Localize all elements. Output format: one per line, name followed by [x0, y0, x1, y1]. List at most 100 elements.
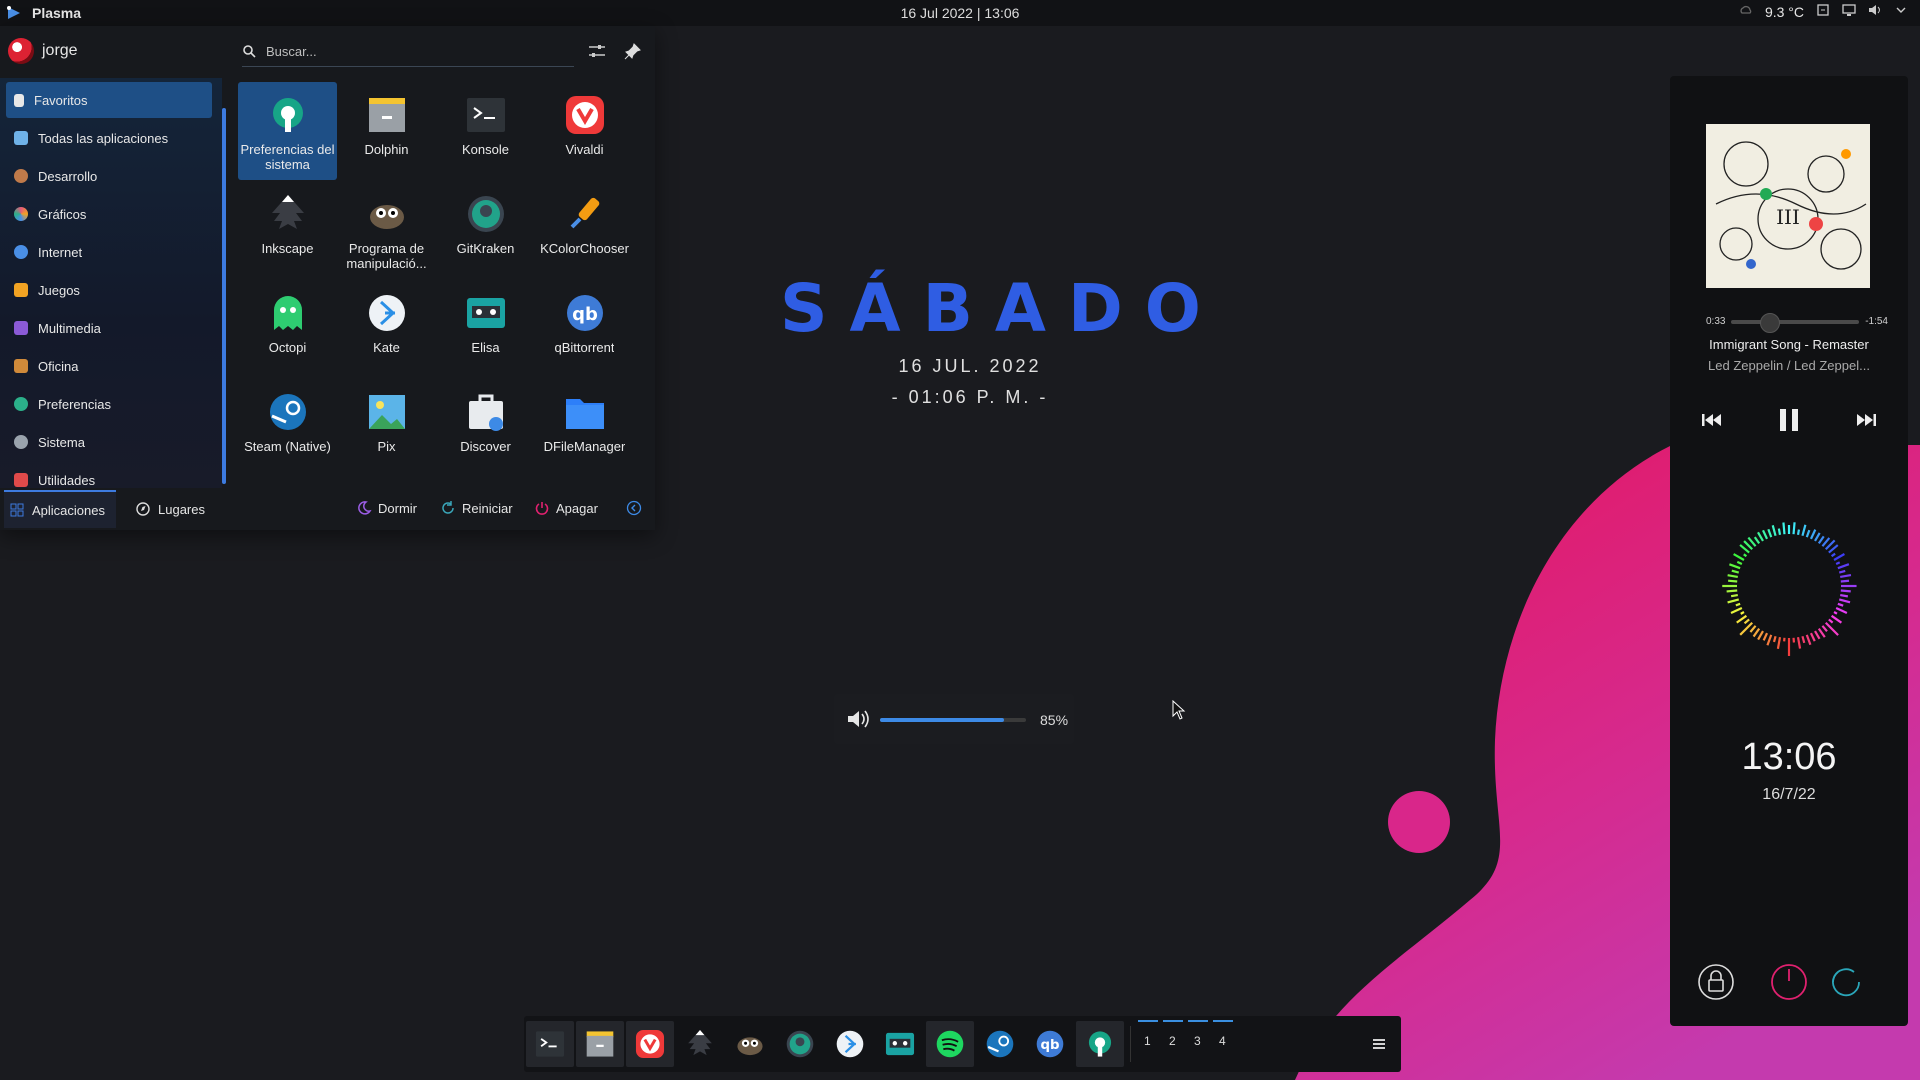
sidebar-item-graficos[interactable]: Gráficos: [6, 196, 212, 232]
dock-dolphin[interactable]: [576, 1021, 624, 1067]
leave-menu-button[interactable]: [626, 500, 642, 516]
volume-slider[interactable]: [880, 718, 1026, 722]
dock-kate[interactable]: [826, 1021, 874, 1067]
volume-osd: 85%: [834, 694, 1074, 744]
dock-qbittorrent[interactable]: qb: [1026, 1021, 1074, 1067]
app-tile-steam[interactable]: Steam (Native): [238, 379, 337, 477]
sidebar-item-internet[interactable]: Internet: [6, 234, 212, 270]
dock-steam[interactable]: [976, 1021, 1024, 1067]
pager-desktop-4[interactable]: 4: [1219, 1034, 1226, 1048]
app-tile-kcolorchooser[interactable]: KColorChooser: [535, 181, 634, 279]
dock-elisa[interactable]: [876, 1021, 924, 1067]
temperature[interactable]: 9.3 °C: [1765, 4, 1804, 20]
app-tile-kate[interactable]: Kate: [337, 280, 436, 378]
visualizer-bar: [1824, 621, 1839, 636]
tab-lugares[interactable]: Lugares: [130, 490, 211, 528]
update-icon[interactable]: [1816, 3, 1830, 20]
sleep-button[interactable]: Dormir: [356, 500, 417, 516]
grid-icon: [10, 503, 24, 517]
dock-spotify[interactable]: [926, 1021, 974, 1067]
sidebar-item-juegos[interactable]: Juegos: [6, 272, 212, 308]
app-label: DFileManager: [543, 439, 626, 454]
cloud-icon[interactable]: [1739, 3, 1753, 20]
position-row: 0:33 -1:54: [1670, 312, 1908, 333]
app-tile-octopi[interactable]: Octopi: [238, 280, 337, 378]
sidebar-item-desarrollo[interactable]: Desarrollo: [6, 158, 212, 194]
app-label: Discover: [460, 439, 511, 454]
app-tile-dfilemanager[interactable]: DFileManager: [535, 379, 634, 477]
visualizer-bar: [1801, 524, 1807, 537]
launcher-header: jorge: [0, 26, 655, 78]
sidebar-item-utilidades[interactable]: Utilidades: [6, 462, 212, 488]
pager-desktop-1[interactable]: 1: [1144, 1034, 1151, 1048]
plasma-menu-button[interactable]: Plasma: [6, 5, 81, 21]
dock-konsole[interactable]: [526, 1021, 574, 1067]
lock-icon[interactable]: [1697, 963, 1735, 1001]
dock-gitkraken[interactable]: [776, 1021, 824, 1067]
app-tile-elisa[interactable]: Elisa: [436, 280, 535, 378]
app-label: KColorChooser: [540, 241, 629, 256]
compass-icon: [136, 502, 150, 516]
app-tile-qbittorrent[interactable]: qb qBittorrent: [535, 280, 634, 378]
app-tile-gimp[interactable]: Programa de manipulació...: [337, 181, 436, 279]
app-tile-dolphin[interactable]: Dolphin: [337, 82, 436, 180]
sidebar-item-sistema[interactable]: Sistema: [6, 424, 212, 460]
search-box[interactable]: [242, 36, 574, 67]
app-tile-pix[interactable]: Pix: [337, 379, 436, 477]
restart-button[interactable]: Reiniciar: [440, 500, 513, 516]
display-icon[interactable]: [1842, 3, 1856, 20]
sidebar-item-preferencias[interactable]: Preferencias: [6, 386, 212, 422]
visualizer-bar: [1753, 536, 1761, 545]
configure-icon[interactable]: [586, 40, 608, 62]
pager-desktop-2[interactable]: 2: [1169, 1034, 1176, 1048]
visualizer-bar: [1814, 630, 1821, 640]
visualizer-bar: [1727, 574, 1738, 579]
pager-desktop-3[interactable]: 3: [1194, 1034, 1201, 1048]
power-icon[interactable]: [1770, 963, 1808, 1001]
app-tile-discover[interactable]: Discover: [436, 379, 535, 477]
volume-icon[interactable]: [1868, 3, 1882, 20]
dock-vivaldi[interactable]: [626, 1021, 674, 1067]
restart-icon[interactable]: [1827, 963, 1865, 1001]
pin-icon[interactable]: [622, 40, 644, 62]
sidebar-item-oficina[interactable]: Oficina: [6, 348, 212, 384]
app-label: Kate: [373, 340, 400, 355]
sidebar-item-label: Oficina: [38, 358, 79, 374]
media-controls: [1670, 401, 1908, 441]
category-sidebar: Favoritos Todas las aplicaciones Desarro…: [0, 78, 222, 488]
sidebar-item-multimedia[interactable]: Multimedia: [6, 310, 212, 346]
position-slider[interactable]: [1731, 312, 1860, 333]
app-tile-inkscape[interactable]: Inkscape: [238, 181, 337, 279]
app-tile-konsole[interactable]: Konsole: [436, 82, 535, 180]
position-knob[interactable]: [1759, 312, 1780, 333]
visualizer-bar: [1762, 529, 1769, 540]
sidebar-scrollbar[interactable]: [222, 108, 226, 484]
app-label: Programa de manipulació...: [346, 241, 427, 271]
inkscape-icon: [688, 1029, 712, 1056]
shutdown-button[interactable]: Apagar: [534, 500, 598, 516]
next-track-icon[interactable]: [1854, 411, 1878, 429]
user-profile[interactable]: jorge: [8, 38, 78, 64]
search-input[interactable]: [264, 42, 558, 60]
dock-inkscape[interactable]: [676, 1021, 724, 1067]
chevron-down-icon[interactable]: [1894, 3, 1908, 20]
app-tile-gitkraken[interactable]: GitKraken: [436, 181, 535, 279]
app-label: Octopi: [268, 340, 307, 355]
visualizer-bar: [1833, 553, 1845, 561]
previous-track-icon[interactable]: [1700, 411, 1724, 429]
dock-gimp[interactable]: [726, 1021, 774, 1067]
hamburger-menu-icon[interactable]: [1372, 1037, 1386, 1051]
tab-aplicaciones[interactable]: Aplicaciones: [4, 490, 116, 528]
app-label: qBittorrent: [554, 340, 615, 355]
visualizer-bar: [1730, 593, 1738, 598]
visualizer-bar: [1840, 579, 1850, 583]
app-tile-vivaldi[interactable]: Vivaldi: [535, 82, 634, 180]
pager-indicator: [1213, 1020, 1233, 1022]
visualizer-bar: [1809, 632, 1816, 642]
dock-system-settings[interactable]: [1076, 1021, 1124, 1067]
pause-icon[interactable]: [1775, 406, 1803, 434]
taskbar-dock: qb 1 2 3 4: [524, 1016, 1401, 1072]
app-tile-system-settings[interactable]: Preferencias del sistema: [238, 82, 337, 180]
sidebar-item-favoritos[interactable]: Favoritos: [6, 82, 212, 118]
sidebar-item-todas[interactable]: Todas las aplicaciones: [6, 120, 212, 156]
